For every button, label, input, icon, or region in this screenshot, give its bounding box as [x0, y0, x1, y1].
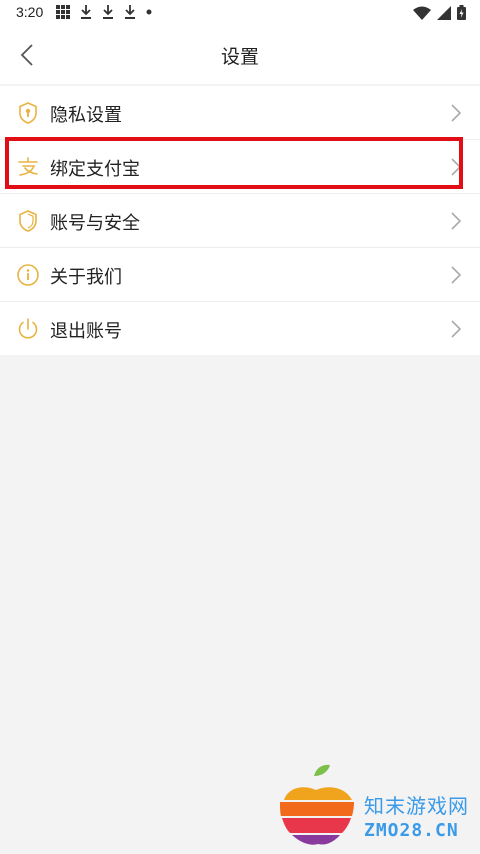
grid-app-icon [56, 5, 70, 19]
settings-item-account-security[interactable]: 账号与安全 [0, 194, 480, 248]
download-icon [103, 5, 113, 19]
power-icon [18, 318, 38, 339]
battery-icon [457, 5, 466, 20]
dot-icon [146, 9, 152, 15]
settings-item-label: 账号与安全 [50, 213, 140, 234]
app-header: 设置 [0, 26, 480, 84]
download-icon [81, 5, 91, 19]
chevron-right-icon [451, 158, 462, 176]
settings-item-label: 退出账号 [50, 321, 122, 342]
notification-icons [56, 5, 152, 19]
chevron-right-icon [451, 212, 462, 230]
chevron-right-icon [451, 266, 462, 284]
privacy-shield-icon [19, 102, 37, 124]
watermark-title: 知末游戏网 [364, 794, 469, 818]
page-title: 设置 [220, 46, 259, 68]
settings-item-logout[interactable]: 退出账号 [0, 302, 480, 355]
settings-list: 隐私设置 绑定支付宝 账号与安全 关于我们 退出账号 [0, 86, 480, 355]
settings-item-bind-alipay[interactable]: 绑定支付宝 [0, 140, 480, 194]
settings-item-privacy[interactable]: 隐私设置 [0, 86, 480, 140]
signal-icon [437, 5, 451, 20]
chevron-right-icon [451, 320, 462, 338]
download-icon [125, 5, 135, 19]
chevron-right-icon [451, 104, 462, 122]
alipay-icon [18, 157, 38, 176]
watermark: 知末游戏网 ZMO28.CN [274, 762, 480, 854]
info-icon [17, 264, 39, 286]
settings-item-label: 绑定支付宝 [50, 159, 140, 180]
status-time: 3:20 [16, 4, 44, 20]
status-bar: 3:20 [0, 0, 480, 26]
watermark-url: ZMO28.CN [364, 820, 459, 841]
watermark-logo-icon [280, 764, 354, 845]
settings-item-about-us[interactable]: 关于我们 [0, 248, 480, 302]
settings-item-label: 关于我们 [50, 267, 122, 288]
shield-icon [19, 210, 37, 232]
settings-item-label: 隐私设置 [50, 105, 122, 126]
wifi-icon [413, 6, 431, 20]
system-icons [413, 5, 466, 20]
